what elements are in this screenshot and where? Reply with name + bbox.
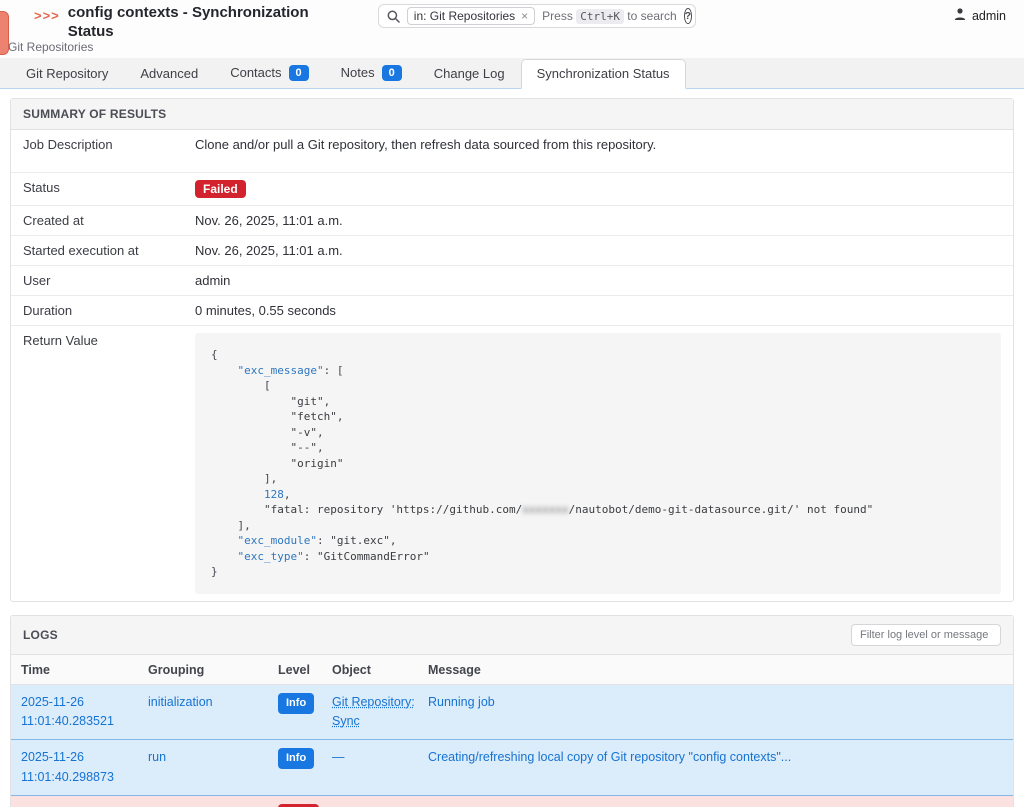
col-message: Message xyxy=(418,655,1013,685)
summary-row-user: User admin xyxy=(11,266,1013,296)
tab-change-log[interactable]: Change Log xyxy=(418,59,521,89)
summary-row-job-description: Job Description Clone and/or pull a Git … xyxy=(11,130,1013,173)
col-time: Time xyxy=(11,655,138,685)
tab-label: Change Log xyxy=(434,66,505,81)
tab-synchronization-status[interactable]: Synchronization Status xyxy=(521,59,686,89)
row-label: Return Value xyxy=(23,333,195,594)
log-grouping: initialization xyxy=(138,684,268,740)
tab-label: Synchronization Status xyxy=(537,66,670,81)
tab-git-repository[interactable]: Git Repository xyxy=(10,59,124,89)
top-bar: >>> config contexts - Synchronization St… xyxy=(0,0,1024,58)
tab-label: Contacts xyxy=(230,65,281,80)
duration-value: 0 minutes, 0.55 seconds xyxy=(195,303,336,318)
row-label: Job Description xyxy=(23,137,195,152)
log-filter-input[interactable] xyxy=(851,624,1001,646)
contacts-count-badge: 0 xyxy=(289,65,309,81)
log-time: 11:01:40.283521 xyxy=(21,712,128,731)
log-time: 2025-11-26 xyxy=(21,748,128,767)
log-message: Running job xyxy=(418,684,1013,740)
summary-row-duration: Duration 0 minutes, 0.55 seconds xyxy=(11,296,1013,326)
log-row: 2025-11-2611:01:40.283521 initialization… xyxy=(11,684,1013,740)
log-time: 2025-11-26 xyxy=(21,693,128,712)
job-description-value: Clone and/or pull a Git repository, then… xyxy=(195,137,656,152)
log-object-link[interactable]: Sync xyxy=(332,712,360,731)
breadcrumb-chevrons-icon: >>> xyxy=(34,8,60,23)
row-label: User xyxy=(23,273,195,288)
logs-table: Time Grouping Level Object Message 2025-… xyxy=(11,655,1013,807)
tab-contacts[interactable]: Contacts 0 xyxy=(214,58,324,89)
log-grouping: run xyxy=(138,740,268,796)
log-message: Creating/refreshing local copy of Git re… xyxy=(418,740,1013,796)
status-badge: Failed xyxy=(195,180,246,198)
user-value: admin xyxy=(195,273,230,288)
row-label: Started execution at xyxy=(23,243,195,258)
log-level-badge: Info xyxy=(278,693,314,714)
col-grouping: Grouping xyxy=(138,655,268,685)
search-scope-label: in: Git Repositories xyxy=(414,9,515,23)
summary-row-started-at: Started execution at Nov. 26, 2025, 11:0… xyxy=(11,236,1013,266)
tab-label: Git Repository xyxy=(26,66,108,81)
main-content: SUMMARY OF RESULTS Job Description Clone… xyxy=(0,89,1024,807)
log-level-badge: Info xyxy=(278,748,314,769)
logs-panel-title: LOGS xyxy=(23,628,58,642)
logs-header-row: Time Grouping Level Object Message xyxy=(11,655,1013,685)
tab-notes[interactable]: Notes 0 xyxy=(325,58,418,89)
log-object-empty: — xyxy=(322,796,418,807)
search-hint-suffix: to search xyxy=(627,9,676,23)
col-object: Object xyxy=(322,655,418,685)
log-object-link[interactable]: Git Repository: xyxy=(332,693,415,712)
summary-panel-title: SUMMARY OF RESULTS xyxy=(23,107,166,121)
global-search-input[interactable]: in: Git Repositories × Press Ctrl+K to s… xyxy=(378,4,696,28)
user-icon xyxy=(953,7,967,24)
help-icon[interactable]: ? xyxy=(684,8,692,24)
search-icon xyxy=(387,10,400,23)
row-label: Status xyxy=(23,180,195,198)
page-title: config contexts - Synchronization Status xyxy=(68,4,313,42)
summary-row-return-value: Return Value { "exc_message": [ [ "git",… xyxy=(11,326,1013,601)
summary-of-results-panel: SUMMARY OF RESULTS Job Description Clone… xyxy=(10,98,1014,602)
return-value-code: { "exc_message": [ [ "git", "fetch", "-v… xyxy=(195,333,1001,594)
col-level: Level xyxy=(268,655,322,685)
tab-advanced[interactable]: Advanced xyxy=(124,59,214,89)
row-label: Created at xyxy=(23,213,195,228)
log-time: 11:01:40.298873 xyxy=(21,768,128,787)
breadcrumb[interactable]: Git Repositories xyxy=(8,40,93,54)
log-message: Cmd('git') failed due to: exit code(128)… xyxy=(418,796,1013,807)
search-scope-chip[interactable]: in: Git Repositories × xyxy=(407,7,535,25)
chip-close-icon[interactable]: × xyxy=(521,9,528,23)
tab-label: Notes xyxy=(341,65,375,80)
log-object-empty: — xyxy=(322,740,418,796)
notes-count-badge: 0 xyxy=(382,65,402,81)
user-name: admin xyxy=(972,9,1006,23)
row-label: Duration xyxy=(23,303,195,318)
summary-row-status: Status Failed xyxy=(11,173,1013,206)
tab-bar: Git Repository Advanced Contacts 0 Notes 0… xyxy=(0,58,1024,89)
log-row: 2025-11-2611:01:40.298873 run Info — Cre… xyxy=(11,740,1013,796)
started-at-value: Nov. 26, 2025, 11:01 a.m. xyxy=(195,243,343,258)
summary-row-created-at: Created at Nov. 26, 2025, 11:01 a.m. xyxy=(11,206,1013,236)
logs-panel: LOGS Time Grouping Level Object Message … xyxy=(10,615,1014,807)
search-hint-press: Press xyxy=(542,9,573,23)
created-at-value: Nov. 26, 2025, 11:01 a.m. xyxy=(195,213,343,228)
search-kbd-shortcut: Ctrl+K xyxy=(576,9,624,24)
user-menu[interactable]: admin xyxy=(953,7,1006,24)
log-grouping: ensure_git_repository xyxy=(138,796,268,807)
log-row-error: 2025-11-2611:01:40.755584 ensure_git_rep… xyxy=(11,796,1013,807)
tab-label: Advanced xyxy=(140,66,198,81)
